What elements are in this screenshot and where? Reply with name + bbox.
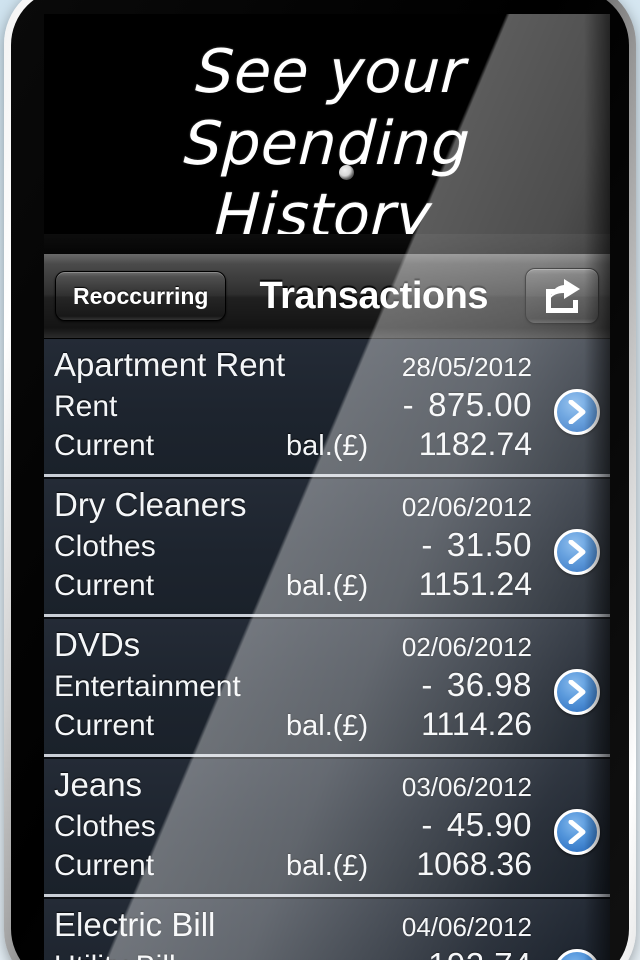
row-line-title: Dry Cleaners 02/06/2012 bbox=[54, 486, 594, 526]
row-line-balance: Current bal.(£) 1151.24 bbox=[54, 566, 594, 606]
balance-label: bal.(£) bbox=[286, 570, 369, 602]
transaction-title: Apartment Rent bbox=[54, 346, 286, 383]
transaction-category: Clothes bbox=[54, 530, 156, 563]
table-row[interactable]: Apartment Rent 28/05/2012 Rent -875.00 C… bbox=[44, 339, 610, 479]
navigation-bar: Reoccurring Transactions bbox=[44, 254, 610, 339]
minus-sign: - bbox=[421, 666, 433, 703]
share-icon bbox=[542, 278, 582, 314]
transaction-account: Current bbox=[54, 569, 155, 602]
balance-label: bal.(£) bbox=[286, 850, 369, 882]
chevron-right-icon[interactable] bbox=[554, 809, 600, 855]
transaction-category: Entertainment bbox=[54, 670, 241, 703]
row-line-title: Jeans 03/06/2012 bbox=[54, 766, 594, 806]
row-line-balance: Current bal.(£) 1182.74 bbox=[54, 426, 594, 466]
promo-headline: See your Spending History bbox=[46, 36, 607, 252]
transaction-date: 04/06/2012 bbox=[401, 912, 532, 942]
row-line-amount: Entertainment -36.98 bbox=[54, 666, 594, 706]
transaction-category: Rent bbox=[54, 390, 118, 423]
phone-bezel: See your Spending History Reoccurring Tr… bbox=[11, 0, 629, 960]
table-row[interactable]: DVDs 02/06/2012 Entertainment -36.98 Cur… bbox=[44, 619, 610, 759]
transaction-amount-value: 192.74 bbox=[428, 946, 532, 960]
transaction-title: Electric Bill bbox=[54, 906, 216, 943]
promo-line-1: See your Spending bbox=[182, 37, 472, 179]
row-line-balance: Current bal.(£) 1114.26 bbox=[54, 706, 594, 746]
chevron-right-icon[interactable] bbox=[554, 669, 600, 715]
row-line-amount: Rent -875.00 bbox=[54, 386, 594, 426]
row-line-amount: Clothes -45.90 bbox=[54, 806, 594, 846]
minus-sign: - bbox=[402, 386, 415, 423]
transaction-date: 02/06/2012 bbox=[401, 632, 532, 662]
phone-screen: See your Spending History Reoccurring Tr… bbox=[44, 14, 610, 960]
page-title: Transactions bbox=[259, 274, 489, 317]
share-button[interactable] bbox=[525, 268, 599, 324]
row-line-title: DVDs 02/06/2012 bbox=[54, 626, 594, 666]
chevron-right-icon[interactable] bbox=[554, 389, 600, 435]
reoccurring-button-label: Reoccurring bbox=[73, 282, 209, 309]
transaction-amount-value: 875.00 bbox=[428, 386, 532, 423]
row-line-title: Electric Bill 04/06/2012 bbox=[54, 906, 594, 946]
reoccurring-back-button[interactable]: Reoccurring bbox=[55, 271, 227, 321]
status-bar bbox=[44, 234, 610, 254]
row-line-amount: Utility Bill -192.74 bbox=[54, 946, 594, 960]
balance-label: bal.(£) bbox=[286, 430, 369, 462]
camera-sensor-dot bbox=[339, 165, 354, 180]
transaction-amount-value: 45.90 bbox=[446, 806, 532, 843]
row-line-amount: Clothes -31.50 bbox=[54, 526, 594, 566]
row-line-balance: Current bal.(£) 1068.36 bbox=[54, 846, 594, 886]
phone-device-frame: See your Spending History Reoccurring Tr… bbox=[4, 0, 636, 960]
transactions-list[interactable]: Apartment Rent 28/05/2012 Rent -875.00 C… bbox=[44, 339, 610, 960]
chevron-right-icon[interactable] bbox=[554, 529, 600, 575]
transaction-date: 03/06/2012 bbox=[401, 772, 532, 802]
transaction-amount-value: 36.98 bbox=[446, 666, 532, 703]
transaction-category: Clothes bbox=[54, 810, 156, 843]
transaction-account: Current bbox=[54, 849, 155, 882]
balance-label: bal.(£) bbox=[286, 710, 369, 742]
transaction-title: Jeans bbox=[54, 766, 143, 803]
transaction-category: Utility Bill bbox=[54, 950, 403, 960]
minus-sign: - bbox=[421, 806, 433, 843]
table-row[interactable]: Jeans 03/06/2012 Clothes -45.90 Current … bbox=[44, 759, 610, 899]
table-row[interactable]: Electric Bill 04/06/2012 Utility Bill -1… bbox=[44, 899, 610, 960]
promo-banner: See your Spending History bbox=[44, 14, 610, 251]
transaction-account: Current bbox=[54, 429, 155, 462]
transaction-account: Current bbox=[54, 709, 155, 742]
minus-sign: - bbox=[421, 526, 433, 563]
row-line-title: Apartment Rent 28/05/2012 bbox=[54, 346, 594, 386]
transaction-amount-value: 31.50 bbox=[446, 526, 532, 563]
transaction-date: 02/06/2012 bbox=[401, 492, 532, 522]
minus-sign: - bbox=[403, 946, 415, 960]
transaction-title: DVDs bbox=[54, 626, 141, 663]
table-row[interactable]: Dry Cleaners 02/06/2012 Clothes -31.50 C… bbox=[44, 479, 610, 619]
transaction-title: Dry Cleaners bbox=[54, 486, 247, 523]
transaction-date: 28/05/2012 bbox=[401, 352, 532, 382]
